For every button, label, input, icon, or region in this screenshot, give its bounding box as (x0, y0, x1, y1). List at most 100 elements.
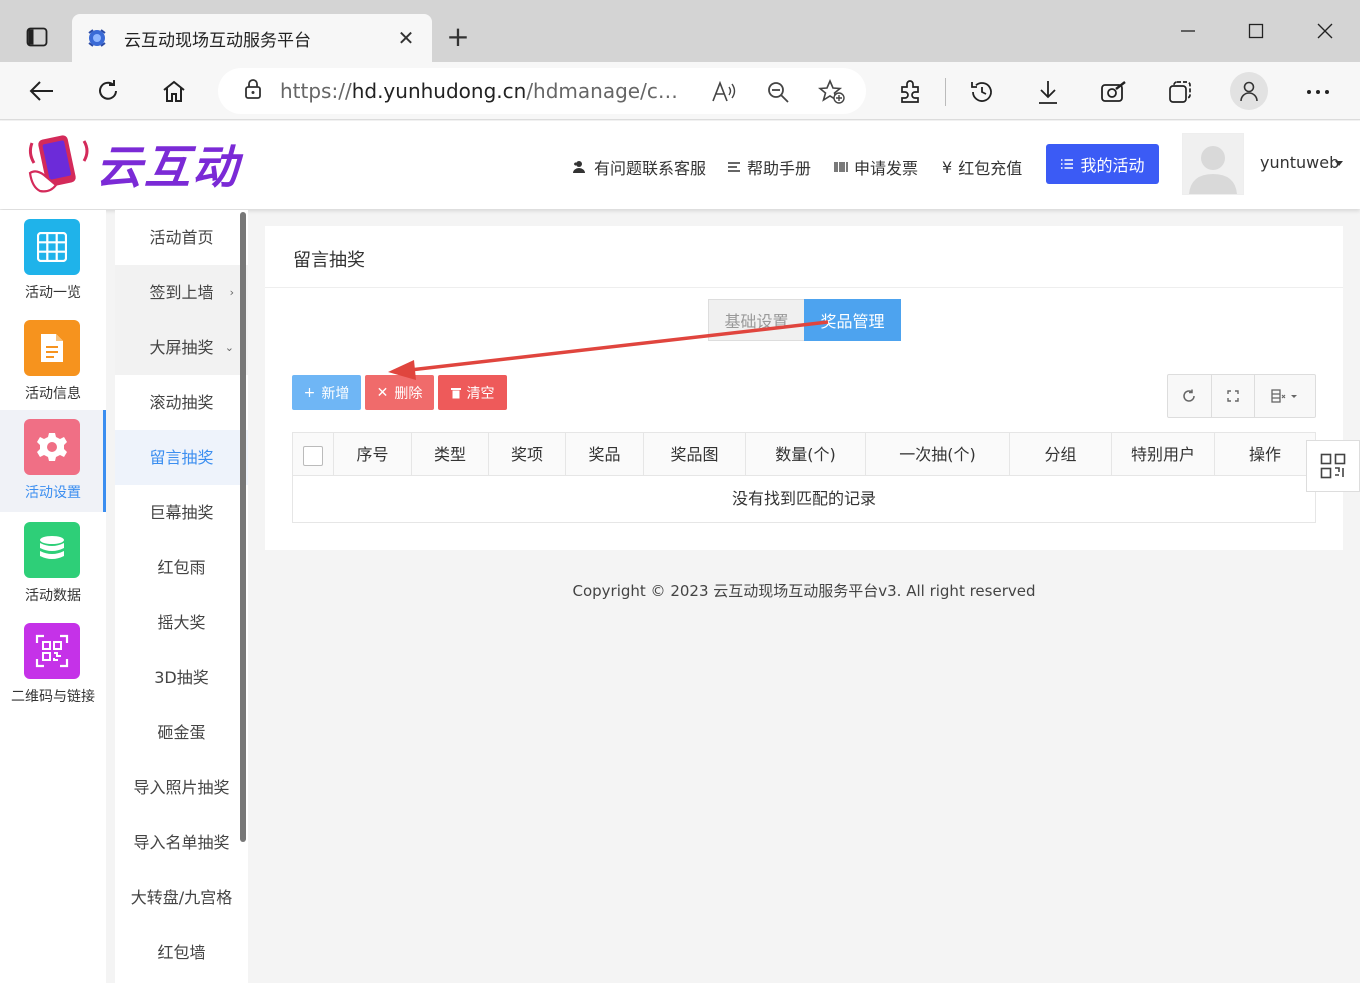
chevron-right-icon: › (229, 286, 234, 299)
document-icon (24, 320, 80, 376)
submenu-item-3d-lottery[interactable]: 3D抽奖 (115, 650, 248, 705)
plus-icon: + (303, 384, 316, 401)
app-header: 云互动 有问题联系客服 帮助手册 申请发票 ¥ 红包充值 我的活动 yuntuw… (0, 121, 1360, 209)
add-favorite-icon[interactable] (818, 78, 846, 106)
submenu-item-photo-lottery[interactable]: 导入照片抽奖 (115, 760, 248, 815)
submenu-item-message-lottery[interactable]: 留言抽奖 (115, 430, 248, 485)
lock-icon[interactable] (244, 78, 262, 104)
column-header[interactable]: 特别用户 (1111, 433, 1214, 476)
url-text[interactable]: https://hd.yunhudong.cn/hdmanage/confi..… (280, 79, 690, 103)
column-header[interactable]: 奖品 (565, 433, 643, 476)
browser-toolbar: https://hd.yunhudong.cn/hdmanage/confi..… (0, 62, 1360, 120)
window-close-icon[interactable] (1307, 14, 1343, 48)
submenu-item-giant-lottery[interactable]: 巨幕抽奖 (115, 485, 248, 540)
divider (265, 287, 1343, 288)
submenu-item-red-packet-rain[interactable]: 红包雨 (115, 540, 248, 595)
refresh-icon[interactable] (88, 72, 128, 110)
submenu-item-wheel[interactable]: 大转盘/九宫格 (115, 870, 248, 925)
submenu-item-shake-prize[interactable]: 摇大奖 (115, 595, 248, 650)
qrcode-icon (1320, 453, 1346, 479)
browser-tab[interactable]: 云互动现场互动服务平台 ✕ (72, 14, 432, 62)
trash-icon (450, 387, 461, 398)
submenu-item-list-lottery[interactable]: 导入名单抽奖 (115, 815, 248, 870)
column-header[interactable]: 序号 (333, 433, 411, 476)
page-title: 留言抽奖 (293, 250, 365, 271)
list-icon (728, 162, 740, 172)
table-header: 序号 类型 奖项 奖品 奖品图 数量(个) 一次抽(个) 分组 特别用户 操作 (293, 433, 1315, 476)
list-icon (1061, 159, 1074, 169)
tab-basic-settings[interactable]: 基础设置 (708, 299, 804, 341)
qrcode-icon (24, 623, 80, 679)
columns-toggle-icon[interactable] (1255, 375, 1315, 417)
column-header[interactable]: 分组 (1009, 433, 1111, 476)
avatar[interactable] (1182, 133, 1244, 195)
prize-table: 序号 类型 奖项 奖品 奖品图 数量(个) 一次抽(个) 分组 特别用户 操作 … (292, 432, 1316, 523)
profile-icon[interactable] (1230, 72, 1268, 110)
column-header[interactable]: 奖品图 (643, 433, 745, 476)
back-arrow-icon[interactable] (22, 72, 62, 110)
screenshot-icon[interactable] (1096, 74, 1132, 110)
delete-button[interactable]: ✕ 删除 (365, 375, 434, 410)
my-activity-button[interactable]: 我的活动 (1046, 144, 1159, 184)
home-icon[interactable] (154, 72, 194, 110)
submenu-item-scroll-lottery[interactable]: 滚动抽奖 (115, 375, 248, 430)
select-all-checkbox[interactable] (303, 446, 323, 466)
submenu-item-home[interactable]: 活动首页 (115, 210, 248, 265)
user-dropdown-icon[interactable] (1335, 161, 1343, 166)
select-all-cell (293, 433, 333, 476)
maximize-icon[interactable] (1238, 14, 1274, 48)
tab-close-icon[interactable]: ✕ (394, 26, 418, 50)
column-header[interactable]: 奖项 (488, 433, 565, 476)
more-options-icon[interactable] (1300, 74, 1336, 110)
collections-icon[interactable] (1162, 74, 1198, 110)
footer-copyright: Copyright © 2023 云互动现场互动服务平台v3. All righ… (572, 582, 1036, 600)
submenu-scrollbar[interactable] (240, 212, 246, 842)
new-tab-icon[interactable]: + (440, 20, 476, 56)
tab-actions-icon[interactable] (16, 16, 58, 58)
address-bar[interactable]: https://hd.yunhudong.cn/hdmanage/confi..… (218, 68, 866, 114)
sidebar-item-activity-settings[interactable]: 活动设置 (0, 410, 106, 512)
user-plus-icon (573, 161, 585, 173)
sidebar-item-activity-info[interactable]: 活动信息 (0, 311, 106, 413)
column-header[interactable]: 类型 (411, 433, 488, 476)
username[interactable]: yuntuweb (1260, 153, 1339, 172)
yen-icon: ¥ (942, 157, 953, 177)
barcode-icon (834, 162, 848, 172)
extensions-icon[interactable] (892, 74, 928, 110)
icon-sidebar: 活动一览 活动信息 活动设置 活动数据 二维码与链接 (0, 210, 106, 983)
sidebar-item-qrcode[interactable]: 二维码与链接 (0, 614, 106, 716)
invoice-link[interactable]: 申请发票 (834, 155, 918, 179)
database-icon (24, 522, 80, 578)
read-aloud-icon[interactable] (710, 78, 738, 106)
sidebar-item-activity-data[interactable]: 活动数据 (0, 513, 106, 615)
history-icon[interactable] (964, 74, 1000, 110)
column-header[interactable]: 一次抽(个) (865, 433, 1009, 476)
sidebar-item-activity-list[interactable]: 活动一览 (0, 210, 106, 312)
tab-prize-management[interactable]: 奖品管理 (804, 299, 901, 341)
minimize-icon[interactable] (1170, 14, 1206, 48)
submenu-item-red-packet-wall[interactable]: 红包墙 (115, 925, 248, 980)
submenu-item-signin-wall[interactable]: 签到上墙 › (115, 265, 248, 320)
recharge-link[interactable]: ¥ 红包充值 (942, 155, 1022, 179)
submenu-item-golden-egg[interactable]: 砸金蛋 (115, 705, 248, 760)
gear-icon (24, 419, 80, 475)
clear-button[interactable]: 清空 (438, 375, 507, 410)
column-header[interactable]: 操作 (1214, 433, 1315, 476)
floating-qrcode-button[interactable] (1306, 440, 1360, 492)
support-link[interactable]: 有问题联系客服 (572, 155, 706, 179)
content-card: 留言抽奖 基础设置 奖品管理 + 新增 ✕ 删除 清空 序号 类型 奖项 奖品 … (265, 226, 1343, 550)
help-link[interactable]: 帮助手册 (727, 155, 811, 179)
toolbar-divider (945, 78, 946, 106)
download-icon[interactable] (1030, 74, 1066, 110)
add-button[interactable]: + 新增 (292, 375, 361, 410)
phone-logo-icon (28, 135, 89, 193)
zoom-out-icon[interactable] (764, 78, 792, 106)
refresh-icon[interactable] (1168, 375, 1212, 417)
table-toolbar (1167, 374, 1316, 418)
browser-tab-bar: 云互动现场互动服务平台 ✕ + (0, 0, 1360, 62)
submenu-item-screen-lottery[interactable]: 大屏抽奖 ⌄ (115, 320, 248, 375)
column-header[interactable]: 数量(个) (745, 433, 865, 476)
close-icon: ✕ (376, 384, 389, 401)
logo[interactable]: 云互动 (26, 131, 256, 197)
fullscreen-icon[interactable] (1212, 375, 1256, 417)
